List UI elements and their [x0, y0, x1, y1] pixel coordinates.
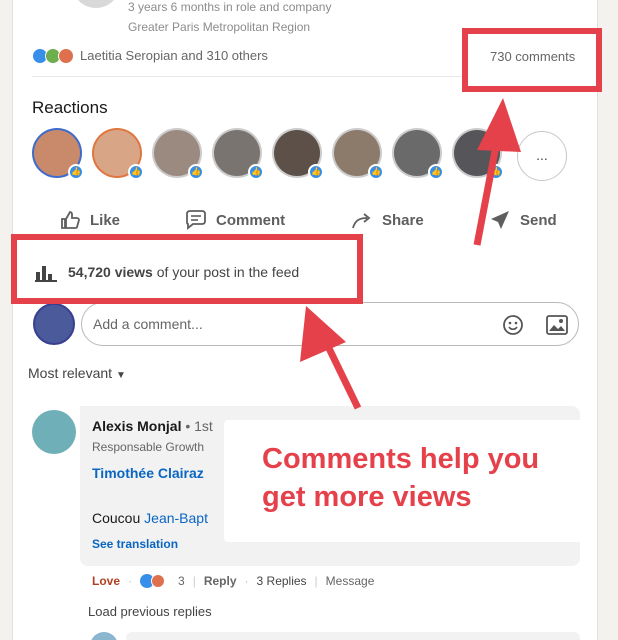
- comment-mention-link[interactable]: Jean-Bapt: [144, 510, 208, 526]
- commenter-avatar[interactable]: [32, 410, 76, 454]
- like-badge-icon: 👍: [248, 164, 264, 180]
- like-badge-icon: 👍: [368, 164, 384, 180]
- comment-author-headline: Responsable Growth: [92, 440, 205, 454]
- reactor-avatar[interactable]: 👍: [92, 128, 144, 180]
- reactor-avatar[interactable]: 👍: [332, 128, 384, 180]
- like-badge-icon: 👍: [188, 164, 204, 180]
- like-label: Like: [90, 211, 121, 229]
- author-tenure: 3 years 6 months in role and company: [128, 0, 332, 14]
- share-icon: [352, 213, 371, 229]
- reactor-avatar[interactable]: 👍: [272, 128, 324, 180]
- arrow-to-comment-box-icon: [300, 306, 362, 410]
- more-reactors-label: ...: [536, 147, 548, 163]
- love-reaction-icon: [151, 574, 166, 588]
- comment-author-name: Alexis Monjal: [92, 418, 182, 434]
- emoji-icon[interactable]: [502, 314, 524, 336]
- divider: [32, 76, 464, 77]
- reactions-count-text[interactable]: Laetitia Seropian and 310 others: [80, 48, 268, 63]
- comment-reaction-icons[interactable]: [140, 574, 170, 588]
- like-badge-icon: 👍: [428, 164, 444, 180]
- current-user-avatar[interactable]: [33, 303, 75, 345]
- views-highlight-box: [11, 234, 363, 304]
- reactor-avatar[interactable]: 👍: [392, 128, 444, 180]
- like-badge-icon: 👍: [128, 164, 144, 180]
- comment-button[interactable]: Comment: [184, 208, 285, 232]
- comment-icon: [186, 210, 206, 230]
- like-badge-icon: 👍: [308, 164, 324, 180]
- reaction-icons-summary[interactable]: [32, 48, 78, 64]
- mention-link[interactable]: Timothée Clairaz: [92, 465, 204, 481]
- annotation-line-2: get more views: [262, 481, 472, 513]
- sort-dropdown[interactable]: Most relevant ▼: [28, 365, 126, 381]
- reactor-avatar[interactable]: 👍: [152, 128, 204, 180]
- thumbs-up-icon: [61, 211, 80, 229]
- comment-label: Comment: [216, 211, 286, 229]
- comment-body: Coucou Jean-Bapt: [92, 510, 208, 526]
- share-button[interactable]: Share: [350, 208, 424, 232]
- load-previous-replies[interactable]: Load previous replies: [88, 604, 212, 619]
- annotation-text: Comments help you get more views: [262, 440, 539, 516]
- arrow-to-comments-icon: [473, 98, 521, 246]
- connection-degree: • 1st: [185, 418, 213, 434]
- love-reaction-icon: [58, 48, 74, 64]
- comments-highlight-box: [462, 28, 602, 92]
- image-icon[interactable]: [546, 315, 568, 335]
- comment-actions-bar: Love · 3 | Reply · 3 Replies | Message: [92, 574, 375, 588]
- comment-reaction-count: 3: [178, 574, 185, 588]
- author-location: Greater Paris Metropolitan Region: [128, 20, 311, 34]
- chevron-down-icon: ▼: [115, 370, 126, 381]
- replies-count-link[interactable]: 3 Replies: [257, 574, 307, 588]
- reactor-avatar[interactable]: 👍: [32, 128, 84, 180]
- reactor-avatar[interactable]: 👍: [212, 128, 264, 180]
- comment-body-prefix: Coucou: [92, 510, 145, 526]
- annotation-line-1: Comments help you: [262, 443, 540, 475]
- like-badge-icon: 👍: [68, 164, 84, 180]
- love-reaction-label[interactable]: Love: [92, 574, 120, 588]
- comment-input-placeholder: Add a comment...: [93, 316, 203, 332]
- sort-label: Most relevant: [28, 365, 113, 381]
- reply-button[interactable]: Reply: [204, 574, 237, 588]
- see-translation-link[interactable]: See translation: [92, 537, 178, 551]
- comment-author-line[interactable]: Alexis Monjal • 1st: [92, 418, 213, 434]
- reactions-heading: Reactions: [32, 98, 108, 117]
- like-button[interactable]: Like: [58, 208, 120, 232]
- next-reply-bubble: [126, 632, 580, 640]
- share-label: Share: [382, 211, 424, 229]
- message-button[interactable]: Message: [326, 574, 375, 588]
